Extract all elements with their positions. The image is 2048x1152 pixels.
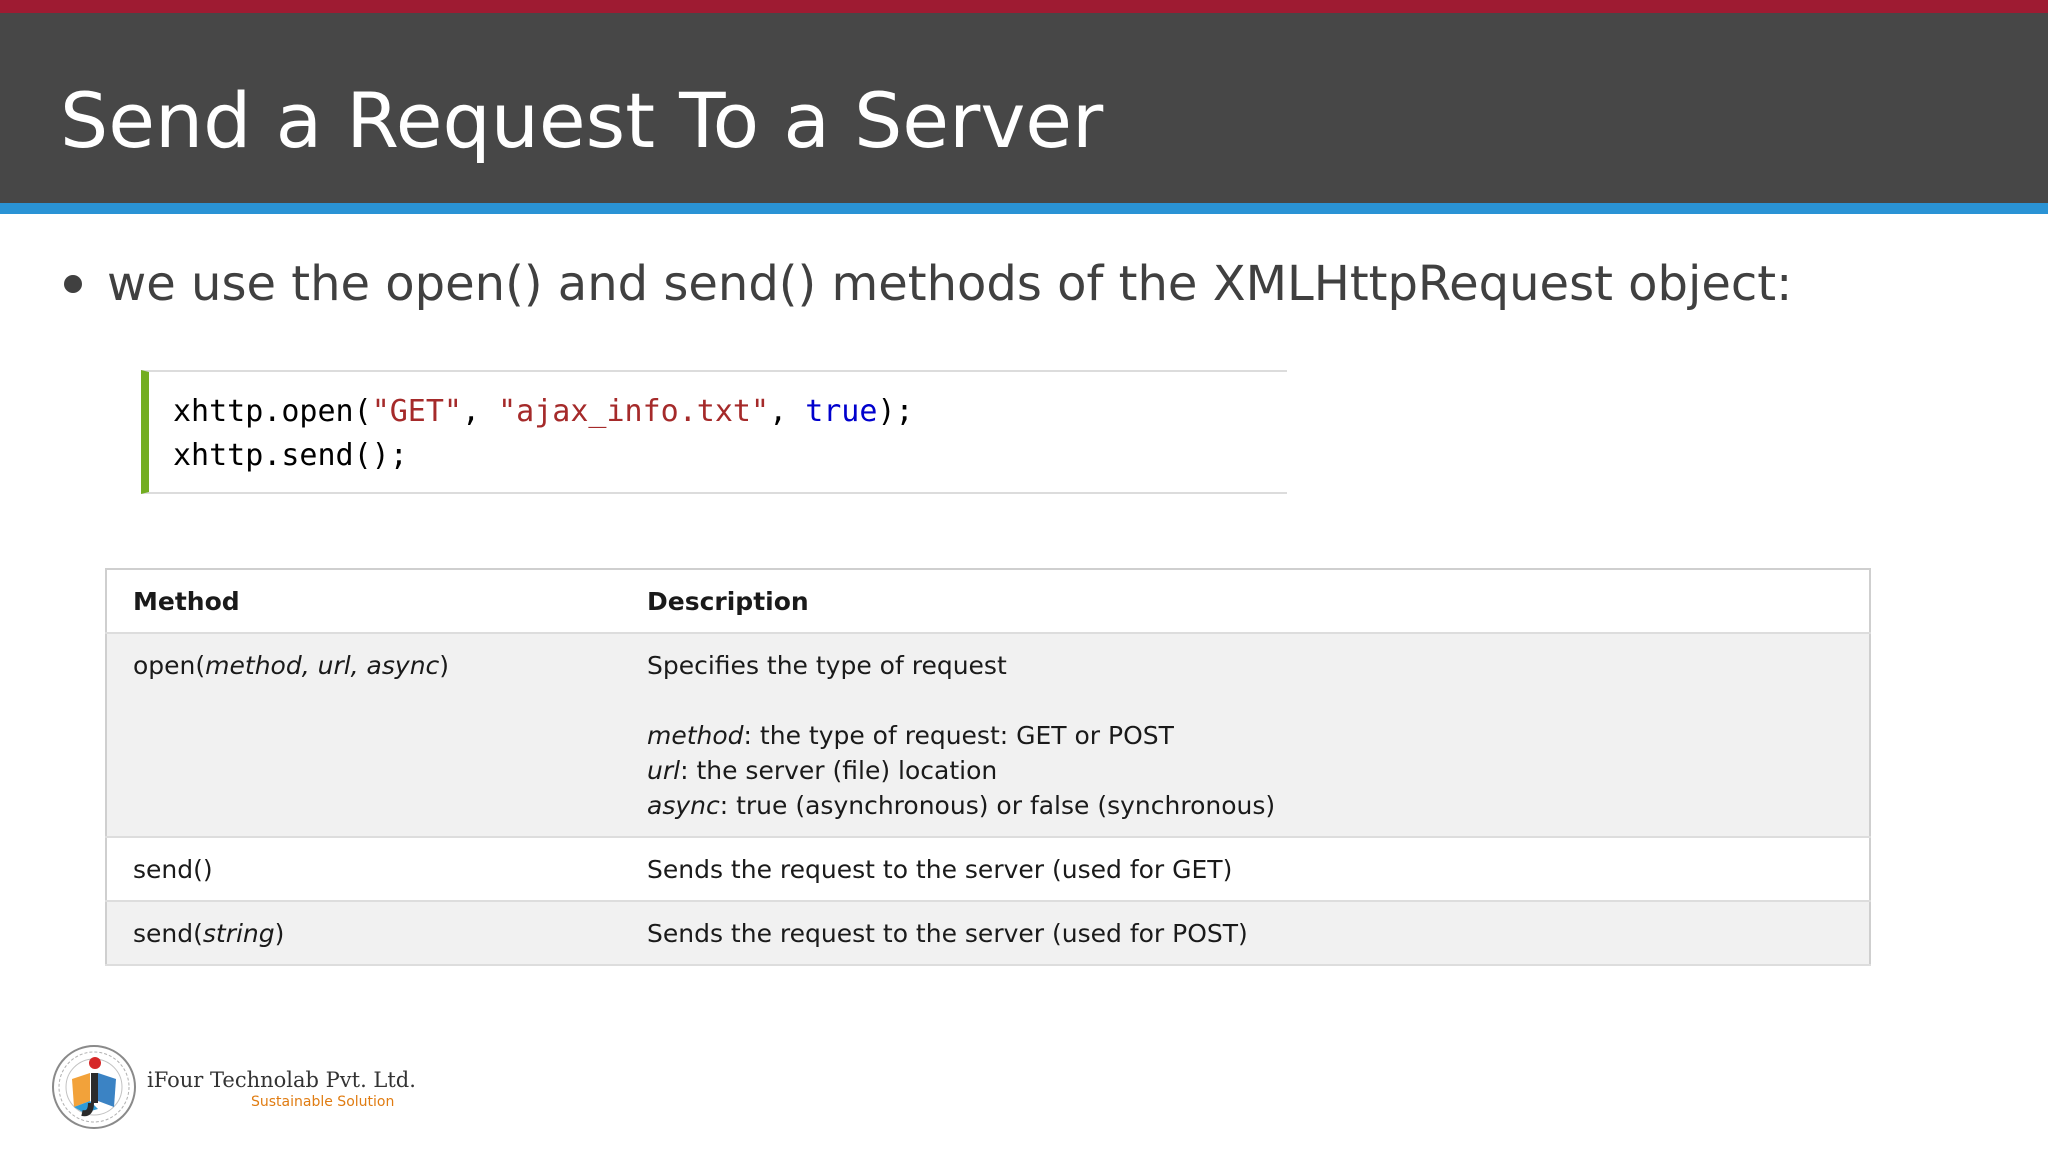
ifour-logo-icon (52, 1045, 136, 1129)
code-token: , (769, 394, 806, 429)
slide-title: Send a Request To a Server (60, 76, 1104, 165)
method-cell: send() (133, 855, 213, 884)
description-cell: Specifies the type of request method: th… (621, 633, 1870, 837)
method-cell: send(string) (106, 901, 621, 965)
slide-header: Send a Request To a Server (0, 13, 2048, 203)
code-token: ); (877, 394, 914, 429)
param-text: : the server (file) location (680, 756, 998, 785)
method-close: ) (274, 919, 285, 948)
code-token: xhttp.open( (173, 394, 372, 429)
code-token: , (462, 394, 499, 429)
table-row: open(method, url, async) Specifies the t… (106, 633, 1870, 837)
bullet-dot-icon (64, 275, 82, 293)
code-line-open: xhttp.open("GET", "ajax_info.txt", true)… (173, 392, 914, 432)
table-row: send(string) Sends the request to the se… (106, 901, 1870, 965)
method-params: method, url, async (205, 651, 440, 680)
description-cell: Sends the request to the server (used fo… (647, 855, 1233, 884)
param-text: : the type of request: GET or POST (743, 721, 1174, 750)
description-cell: Sends the request to the server (used fo… (647, 919, 1248, 948)
column-header-method: Method (133, 586, 240, 616)
method-name: send( (133, 919, 203, 948)
table-row: send() Sends the request to the server (… (106, 837, 1870, 901)
methods-table: Method Description open(method, url, asy… (105, 568, 1871, 966)
code-example: xhttp.open("GET", "ajax_info.txt", true)… (141, 370, 1287, 494)
param-name: async (647, 791, 720, 820)
param-name: url (647, 756, 681, 785)
code-string: "GET" (371, 394, 462, 429)
param-description: url: the server (file) location (647, 753, 1869, 788)
header-underline-stripe (0, 203, 2048, 214)
code-line-send: xhttp.send(); (173, 438, 408, 473)
code-string: "ajax_info.txt" (498, 394, 770, 429)
method-name: open( (133, 651, 206, 680)
code-keyword: true (805, 394, 878, 429)
table-header-row: Method Description (106, 569, 1870, 633)
param-description: async: true (asynchronous) or false (syn… (647, 788, 1869, 823)
param-description: method: the type of request: GET or POST (647, 718, 1869, 753)
param-text: : true (asynchronous) or false (synchron… (719, 791, 1276, 820)
method-params: string (202, 919, 275, 948)
method-close: ) (439, 651, 450, 680)
company-name: iFour Technolab Pvt. Ltd. (147, 1068, 416, 1092)
method-cell: open(method, url, async) (106, 633, 621, 837)
bullet-text: we use the open() and send() methods of … (107, 256, 1793, 312)
top-accent-stripe (0, 0, 2048, 13)
description-text: Specifies the type of request (647, 651, 1007, 680)
column-header-description: Description (647, 586, 809, 616)
company-tagline: Sustainable Solution (251, 1094, 395, 1110)
param-name: method (647, 721, 744, 750)
